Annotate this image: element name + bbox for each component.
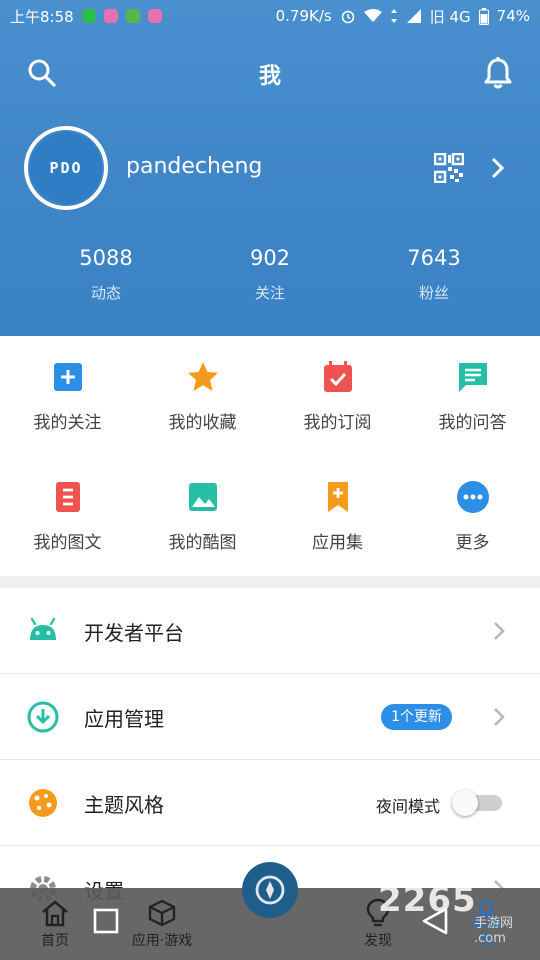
download-icon [27, 701, 59, 733]
update-badge: 1个更新 [381, 704, 452, 730]
watermark-subtitle: 手游网 .com [474, 912, 513, 946]
calendar-check-icon [323, 361, 352, 392]
recent-apps-icon[interactable] [93, 908, 119, 934]
avatar-text: PDO [30, 132, 102, 204]
night-mode-label: 夜间模式 [375, 797, 440, 816]
grid-item-label: 我的图文 [33, 533, 102, 553]
document-icon [55, 482, 80, 512]
section-divider [0, 576, 540, 588]
status-bar: 上午8:58 0.79K/s 旧 4G 74% [0, 0, 540, 32]
battery-icon [478, 7, 489, 25]
image-icon [188, 483, 217, 511]
notification-app-icon [125, 9, 140, 23]
home-icon [42, 900, 68, 927]
wifi-icon [363, 9, 382, 22]
bookmark-plus-icon [327, 482, 348, 512]
nav-home[interactable]: 首页 [30, 888, 80, 960]
nav-label: 首页 [41, 933, 69, 949]
grid-item-cool-images[interactable]: 我的酷图 [135, 456, 270, 576]
notification-app-icon [147, 9, 162, 23]
notification-app-icon [81, 9, 96, 23]
grid-item-qa[interactable]: 我的问答 [405, 336, 540, 456]
chevron-right-icon [494, 622, 505, 640]
profile-row[interactable]: PDO pandecheng [24, 126, 516, 210]
notification-app-icon [103, 9, 118, 23]
page-title: 我 [258, 64, 281, 89]
nav-label: 应用·游戏 [131, 933, 193, 949]
stat-following[interactable]: 902 关注 [210, 246, 330, 303]
carrier-label: 旧 4G [429, 7, 471, 26]
grid-item-subscriptions[interactable]: 我的订阅 [270, 336, 405, 456]
grid-item-more[interactable]: 更多 [405, 456, 540, 576]
chevron-right-icon[interactable] [488, 156, 506, 180]
qr-code-icon[interactable] [434, 153, 464, 183]
toggle-knob [452, 790, 478, 816]
grid-item-label: 我的酷图 [168, 533, 237, 553]
chat-icon [458, 363, 487, 392]
stat-label: 关注 [254, 284, 285, 302]
data-arrows-icon [390, 9, 397, 23]
profile-header: 上午8:58 0.79K/s 旧 4G 74% 我 PDO pandecheng… [0, 0, 540, 336]
username: pandecheng [126, 154, 263, 179]
grid-item-label: 应用集 [312, 533, 363, 553]
nav-label: 发现 [364, 933, 392, 949]
status-time: 上午8:58 [10, 7, 74, 26]
watermark-logo: 2265 [378, 880, 477, 920]
grid-item-articles[interactable]: 我的图文 [0, 456, 135, 576]
android-icon [30, 617, 56, 640]
grid-item-label: 更多 [455, 533, 490, 553]
shortcut-grid: 我的关注 我的收藏 我的订阅 我的问答 我的图文 我的酷图 应用集 更多 [0, 336, 540, 576]
cube-icon [148, 899, 176, 927]
menu-label: 开发者平台 [84, 621, 184, 645]
grid-item-app-collections[interactable]: 应用集 [270, 456, 405, 576]
signal-icon [406, 9, 421, 23]
stat-posts[interactable]: 5088 动态 [46, 246, 166, 303]
nav-apps-games[interactable]: 应用·游戏 [126, 888, 198, 960]
grid-item-label: 我的收藏 [168, 413, 237, 433]
watermark-subtitle-text: 手游网 [474, 916, 514, 931]
night-mode-toggle[interactable] [452, 790, 502, 816]
stat-label: 动态 [90, 284, 121, 302]
bell-icon[interactable] [482, 56, 514, 90]
stats-row: 5088 动态 902 关注 7643 粉丝 [0, 246, 540, 316]
menu-theme-style[interactable]: 主题风格 夜间模式 [0, 760, 540, 846]
chevron-right-icon [494, 708, 505, 726]
grid-item-label: 我的问答 [438, 413, 507, 433]
avatar[interactable]: PDO [24, 126, 108, 210]
stat-label: 粉丝 [418, 284, 449, 302]
alarm-icon [341, 10, 355, 24]
grid-item-following[interactable]: 我的关注 [0, 336, 135, 456]
grid-item-favorites[interactable]: 我的收藏 [135, 336, 270, 456]
stat-followers[interactable]: 7643 粉丝 [374, 246, 494, 303]
cookie-icon [29, 789, 57, 817]
watermark-domain: .com [474, 931, 506, 946]
grid-item-label: 我的订阅 [303, 413, 372, 433]
grid-item-label: 我的关注 [33, 413, 102, 433]
stat-value: 902 [249, 246, 291, 270]
battery-level: 74% [496, 7, 530, 25]
menu-label: 应用管理 [84, 707, 164, 731]
home-system-button[interactable] [242, 862, 298, 918]
compass-icon [255, 875, 285, 905]
network-speed: 0.79K/s [275, 7, 332, 25]
top-bar: 我 [0, 44, 540, 102]
add-box-icon [53, 363, 82, 391]
menu-app-management[interactable]: 应用管理 1个更新 [0, 674, 540, 760]
more-icon [456, 481, 489, 513]
star-icon [187, 362, 218, 391]
menu-label: 主题风格 [84, 793, 164, 817]
stat-value: 7643 [407, 246, 461, 270]
stat-value: 5088 [79, 246, 133, 270]
menu-developer-platform[interactable]: 开发者平台 [0, 588, 540, 674]
